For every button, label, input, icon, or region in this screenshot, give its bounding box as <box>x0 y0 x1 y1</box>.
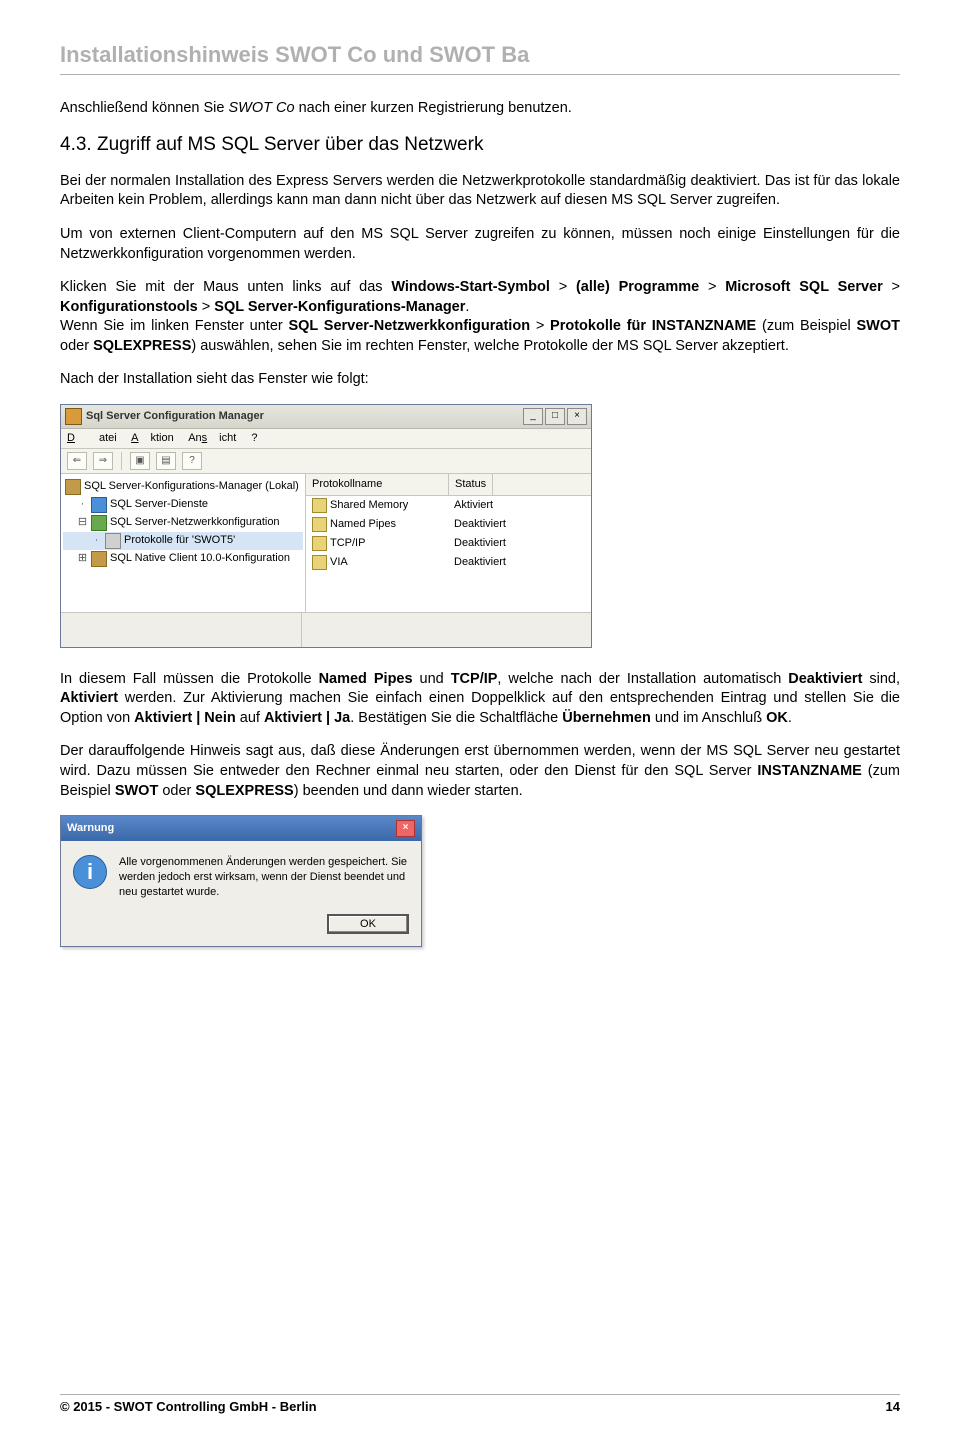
server-icon <box>91 497 107 513</box>
help-button[interactable]: ? <box>182 452 202 470</box>
intro-line: Anschließend können Sie SWOT Co nach ein… <box>60 99 900 119</box>
intro-post: nach einer kurzen Registrierung benutzen… <box>295 100 572 116</box>
close-button[interactable]: × <box>567 408 587 425</box>
menu-datei[interactable]: Datei <box>67 432 117 444</box>
list-row[interactable]: Shared MemoryAktiviert <box>306 496 591 515</box>
up-button[interactable]: ▣ <box>130 452 150 470</box>
protocol-icon <box>312 536 327 551</box>
tree-pane: SQL Server-Konfigurations-Manager (Lokal… <box>61 474 306 612</box>
app-icon <box>65 408 82 425</box>
intro-pre: Anschließend können Sie <box>60 100 228 116</box>
properties-button[interactable]: ▤ <box>156 452 176 470</box>
minimize-button[interactable]: _ <box>523 408 543 425</box>
ok-button[interactable]: OK <box>327 914 409 934</box>
close-icon[interactable]: × <box>396 820 415 837</box>
tree-native-client[interactable]: ⊞SQL Native Client 10.0-Konfiguration <box>63 550 303 568</box>
footer-page-number: 14 <box>886 1398 900 1416</box>
back-button[interactable]: ⇐ <box>67 452 87 470</box>
dialog-titlebar[interactable]: Warnung × <box>61 816 421 841</box>
menu-aktion[interactable]: Aktion <box>131 432 174 444</box>
gear-icon <box>91 551 107 567</box>
warning-dialog: Warnung × i Alle vorgenommenen Änderunge… <box>60 815 422 947</box>
section-heading: 4.3. Zugriff auf MS SQL Server über das … <box>60 132 900 158</box>
window-titlebar[interactable]: Sql Server Configuration Manager _ □ × <box>61 405 591 429</box>
tree-root[interactable]: SQL Server-Konfigurations-Manager (Lokal… <box>63 478 303 496</box>
list-pane: Protokollname Status Shared MemoryAktivi… <box>306 474 591 612</box>
info-icon: i <box>73 855 107 889</box>
paragraph-6: In diesem Fall müssen die Protokolle Nam… <box>60 670 900 729</box>
forward-button[interactable]: ⇒ <box>93 452 113 470</box>
footer-copyright: © 2015 - SWOT Controlling GmbH - Berlin <box>60 1398 317 1416</box>
dialog-title: Warnung <box>67 821 114 836</box>
maximize-button[interactable]: □ <box>545 408 565 425</box>
statusbar <box>61 612 591 647</box>
paragraph-7: Der darauffolgende Hinweis sagt aus, daß… <box>60 742 900 801</box>
gear-icon <box>65 479 81 495</box>
network-icon <box>91 515 107 531</box>
dialog-message: Alle vorgenommenen Änderungen werden ges… <box>119 855 409 900</box>
menu-help[interactable]: ? <box>251 432 257 444</box>
col-protokollname[interactable]: Protokollname <box>306 474 449 495</box>
protocol-icon <box>105 533 121 549</box>
col-status[interactable]: Status <box>449 474 493 495</box>
toolbar: ⇐ ⇒ ▣ ▤ ? <box>61 449 591 474</box>
paragraph-2: Um von externen Client-Computern auf den… <box>60 225 900 264</box>
tree-protocols-swot5[interactable]: ·Protokolle für 'SWOT5' <box>63 532 303 550</box>
protocol-icon <box>312 498 327 513</box>
list-row[interactable]: VIADeaktiviert <box>306 553 591 572</box>
menu-ansicht[interactable]: Ansicht <box>188 432 236 444</box>
paragraph-3: Klicken Sie mit der Maus unten links auf… <box>60 278 900 356</box>
page-header: Installationshinweis SWOT Co und SWOT Ba <box>60 40 900 75</box>
list-row[interactable]: Named PipesDeaktiviert <box>306 515 591 534</box>
page-footer: © 2015 - SWOT Controlling GmbH - Berlin … <box>60 1394 900 1416</box>
config-manager-window: Sql Server Configuration Manager _ □ × D… <box>60 404 592 648</box>
paragraph-5: Nach der Installation sieht das Fenster … <box>60 370 900 390</box>
menubar: Datei Aktion Ansicht ? <box>61 429 591 449</box>
tree-netconfig[interactable]: ⊟SQL Server-Netzwerkkonfiguration <box>63 514 303 532</box>
list-row[interactable]: TCP/IPDeaktiviert <box>306 534 591 553</box>
paragraph-1: Bei der normalen Installation des Expres… <box>60 172 900 211</box>
intro-em: SWOT Co <box>228 100 294 116</box>
protocol-icon <box>312 517 327 532</box>
window-title: Sql Server Configuration Manager <box>86 409 523 424</box>
tree-services[interactable]: ·SQL Server-Dienste <box>63 496 303 514</box>
protocol-icon <box>312 555 327 570</box>
